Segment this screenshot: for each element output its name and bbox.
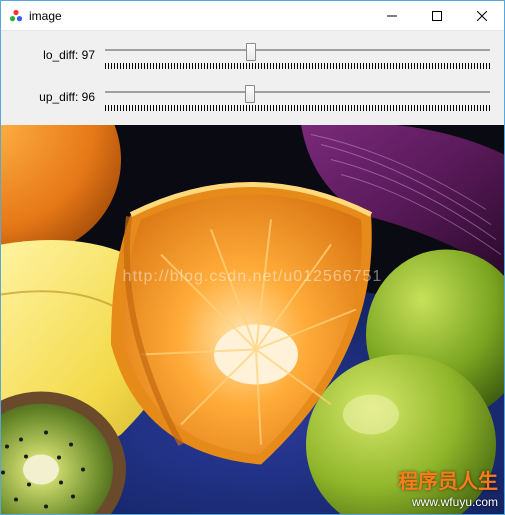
up-diff-label: up_diff: 96 <box>15 90 95 104</box>
close-button[interactable] <box>459 1 504 30</box>
trackbar-lo-diff: lo_diff: 97 <box>15 41 490 69</box>
up-diff-slider[interactable] <box>105 83 490 101</box>
lo-diff-label: lo_diff: 97 <box>15 48 95 62</box>
slider-ticks <box>105 105 490 111</box>
lo-diff-slider[interactable] <box>105 41 490 59</box>
lo-diff-value: 97 <box>82 48 95 62</box>
trackbar-panel: lo_diff: 97 up_diff: 96 <box>1 31 504 125</box>
minimize-button[interactable] <box>369 1 414 30</box>
up-diff-value: 96 <box>82 90 95 104</box>
opencv-icon <box>9 9 23 23</box>
titlebar: image <box>1 1 504 31</box>
slider-ticks <box>105 63 490 69</box>
trackbar-up-diff: up_diff: 96 <box>15 83 490 111</box>
fruit-image <box>1 125 504 514</box>
maximize-button[interactable] <box>414 1 459 30</box>
image-viewport[interactable]: http://blog.csdn.net/u012566751 程序员人生 ww… <box>1 125 504 514</box>
window-title: image <box>29 9 62 23</box>
